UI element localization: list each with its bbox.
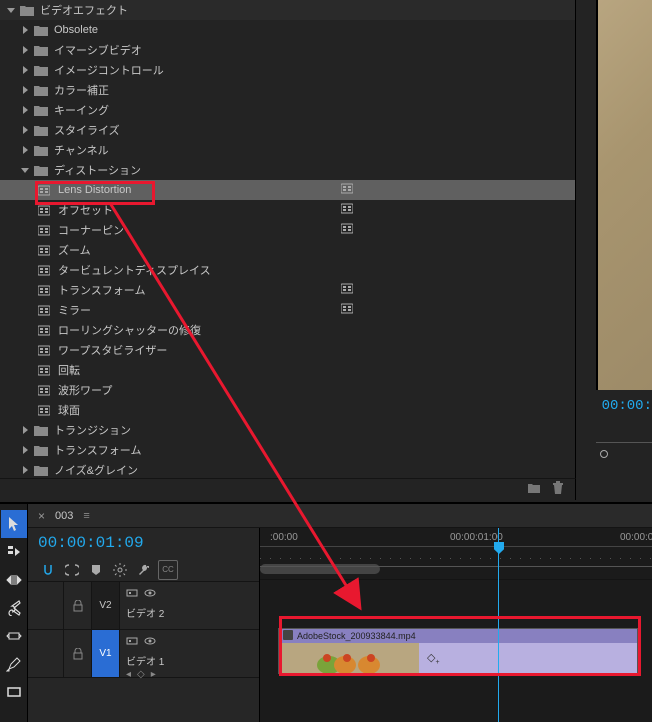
folder-icon xyxy=(34,165,48,176)
lock-icon[interactable] xyxy=(64,630,92,677)
slip-tool[interactable] xyxy=(1,622,27,650)
effects-root-row[interactable]: ビデオエフェクト xyxy=(0,0,575,20)
effects-category-row[interactable]: キーイング xyxy=(0,100,575,120)
effect-preset-icon xyxy=(38,225,52,236)
effects-category-row[interactable]: イメージコントロール xyxy=(0,60,575,80)
effects-category-row[interactable]: スタイライズ xyxy=(0,120,575,140)
new-bin-icon[interactable] xyxy=(527,481,541,498)
effect-label: Lens Distortion xyxy=(58,184,131,196)
ripple-edit-tool[interactable] xyxy=(1,566,27,594)
effect-label: 球面 xyxy=(58,402,80,418)
folder-icon xyxy=(34,105,48,116)
effect-label: ズーム xyxy=(58,242,91,258)
category-label: Obsolete xyxy=(54,24,98,36)
effects-category-row[interactable]: チャンネル xyxy=(0,140,575,160)
category-label: ディストーション xyxy=(54,162,141,178)
close-icon[interactable]: × xyxy=(38,509,45,523)
folder-icon xyxy=(34,145,48,156)
effects-category-row[interactable]: Obsolete xyxy=(0,20,575,40)
razor-tool[interactable] xyxy=(1,594,27,622)
source-patch[interactable] xyxy=(28,630,64,677)
chevron-right-icon xyxy=(18,63,32,77)
folder-icon xyxy=(34,85,48,96)
track-select-tool[interactable] xyxy=(1,538,27,566)
chevron-right-icon xyxy=(18,123,32,137)
chevron-right-icon xyxy=(18,443,32,457)
ruler-label-2: 00:00:02:00 xyxy=(620,532,652,543)
selection-tool[interactable] xyxy=(1,510,27,538)
effects-category-row[interactable]: イマーシブビデオ xyxy=(0,40,575,60)
category-label: イメージコントロール xyxy=(54,62,164,78)
folder-icon xyxy=(34,125,48,136)
lock-icon[interactable] xyxy=(64,582,92,629)
folder-icon xyxy=(34,465,48,476)
keyframe-nav[interactable]: ◂◇▸ xyxy=(126,669,253,680)
monitor-timecode[interactable]: 00:00: xyxy=(602,398,652,414)
effect-label: 回転 xyxy=(58,362,80,378)
snap-icon[interactable] xyxy=(38,560,58,580)
effect-preset-icon xyxy=(38,345,52,356)
clip-thumbnail xyxy=(279,643,419,674)
effect-preset-icon xyxy=(38,285,52,296)
tool-strip xyxy=(0,504,28,722)
trash-icon[interactable] xyxy=(551,481,565,498)
chevron-right-icon xyxy=(18,463,32,477)
rectangle-tool[interactable] xyxy=(1,678,27,706)
effects-category-row[interactable]: カラー補正 xyxy=(0,80,575,100)
effect-preset-icon xyxy=(38,405,52,416)
ruler-label-1: 00:00:01:00 xyxy=(450,532,503,543)
effect-label: ミラー xyxy=(58,302,91,318)
effects-root-label: ビデオエフェクト xyxy=(40,2,128,18)
effect-preset-icon xyxy=(38,185,52,196)
chevron-right-icon xyxy=(18,423,32,437)
source-patch[interactable] xyxy=(28,582,64,629)
pen-tool[interactable] xyxy=(1,650,27,678)
folder-icon xyxy=(34,65,48,76)
panel-menu-icon[interactable]: ≡ xyxy=(83,510,89,522)
category-label: チャンネル xyxy=(54,142,109,158)
effect-preset-icon xyxy=(38,245,52,256)
folder-icon xyxy=(34,45,48,56)
effect-preset-icon xyxy=(38,205,52,216)
chevron-down-icon xyxy=(18,163,32,177)
effect-preset-icon xyxy=(38,305,52,316)
gpu-accelerated-icon xyxy=(341,183,355,197)
clip-body: ◇+ xyxy=(419,643,637,674)
chevron-down-icon xyxy=(4,3,18,17)
track-name[interactable]: ビデオ 1 xyxy=(126,653,164,668)
monitor-scrubber[interactable] xyxy=(596,430,652,460)
chevron-right-icon xyxy=(18,103,32,117)
chevron-right-icon xyxy=(18,23,32,37)
folder-icon xyxy=(34,445,48,456)
annotation-arrow xyxy=(100,198,390,638)
chevron-right-icon xyxy=(18,143,32,157)
linked-selection-icon[interactable] xyxy=(62,560,82,580)
effect-preset-icon xyxy=(38,365,52,376)
chevron-right-icon xyxy=(18,83,32,97)
effects-category-row[interactable]: ディストーション xyxy=(0,160,575,180)
playhead-line xyxy=(498,528,499,722)
chevron-right-icon xyxy=(18,43,32,57)
program-monitor-fragment xyxy=(596,0,652,390)
effect-preset-icon xyxy=(38,325,52,336)
category-label: イマーシブビデオ xyxy=(54,42,142,58)
folder-icon xyxy=(34,425,48,436)
effect-item-row[interactable]: Lens Distortion xyxy=(0,180,575,200)
category-label: カラー補正 xyxy=(54,82,109,98)
sequence-name[interactable]: 003 xyxy=(55,510,73,522)
category-label: スタイライズ xyxy=(54,122,120,138)
category-label: キーイング xyxy=(54,102,109,118)
effect-preset-icon xyxy=(38,265,52,276)
folder-icon xyxy=(20,5,34,16)
folder-icon xyxy=(34,25,48,36)
effect-preset-icon xyxy=(38,385,52,396)
